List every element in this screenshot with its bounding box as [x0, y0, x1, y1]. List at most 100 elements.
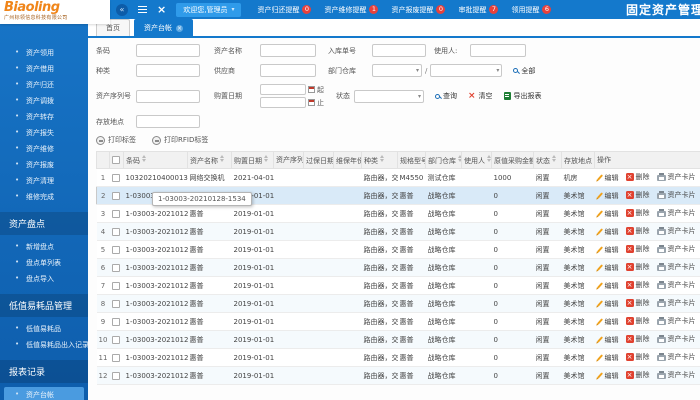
- print-rfid-button[interactable]: 打印RFID标签: [152, 135, 208, 145]
- delete-link[interactable]: 删除: [625, 172, 650, 182]
- asset-name-input[interactable]: [260, 44, 316, 57]
- edit-link[interactable]: 编辑: [596, 317, 619, 327]
- card-link[interactable]: 资产卡片: [656, 334, 696, 344]
- delete-link[interactable]: 删除: [625, 316, 650, 326]
- sidebar-item[interactable]: • 资产清理: [0, 173, 88, 189]
- column-header[interactable]: 维保年份: [333, 151, 362, 169]
- tab-close-icon[interactable]: ×: [176, 24, 183, 32]
- edit-link[interactable]: 编辑: [596, 173, 619, 183]
- calendar-icon[interactable]: [308, 86, 315, 93]
- delete-link[interactable]: 删除: [625, 334, 650, 344]
- delete-link[interactable]: 删除: [625, 244, 650, 254]
- notice-item[interactable]: 资产维修提醒 1: [324, 5, 379, 15]
- sidebar-item[interactable]: • 低值易耗品: [0, 321, 88, 337]
- column-header[interactable]: 种类: [361, 151, 398, 169]
- edit-link[interactable]: 编辑: [596, 245, 619, 255]
- delete-link[interactable]: 删除: [625, 262, 650, 272]
- table-row[interactable]: 121-03003-20210128-1534惠普2019-01-01路由器，交…: [96, 366, 700, 385]
- edit-link[interactable]: 编辑: [596, 227, 619, 237]
- department-select[interactable]: [372, 64, 422, 77]
- sidebar-item[interactable]: • 资产维修: [0, 141, 88, 157]
- row-checkbox[interactable]: [111, 353, 120, 362]
- export-report-button[interactable]: 导出报表: [503, 91, 542, 101]
- row-checkbox[interactable]: [111, 191, 120, 200]
- card-link[interactable]: 资产卡片: [656, 172, 696, 182]
- sidebar-item[interactable]: • 盘点导入: [0, 271, 88, 287]
- card-link[interactable]: 资产卡片: [656, 280, 696, 290]
- row-checkbox[interactable]: [111, 317, 120, 326]
- clear-button[interactable]: × 清空: [468, 91, 493, 101]
- delete-link[interactable]: 删除: [625, 280, 650, 290]
- select-all-checkbox[interactable]: [112, 156, 120, 164]
- delete-link[interactable]: 删除: [625, 370, 650, 380]
- card-link[interactable]: 资产卡片: [656, 262, 696, 272]
- tab-asset-ledger[interactable]: 资产台帐 ×: [134, 19, 193, 36]
- edit-link[interactable]: 编辑: [596, 371, 619, 381]
- sidebar-item[interactable]: • 资产台帐: [4, 387, 84, 400]
- serial-no-input[interactable]: [136, 89, 200, 103]
- print-label-button[interactable]: 打印标签: [96, 135, 136, 145]
- table-row[interactable]: 71-03003-20210128-1534惠普2019-01-01路由器，交换…: [96, 276, 700, 295]
- delete-link[interactable]: 删除: [625, 352, 650, 362]
- category-input[interactable]: [136, 64, 200, 77]
- location-input[interactable]: [136, 115, 200, 128]
- column-header[interactable]: 条码: [123, 151, 188, 169]
- notice-item[interactable]: 资产归还提醒 0: [257, 5, 312, 15]
- sidebar-item[interactable]: • 资产借用: [0, 61, 88, 77]
- edit-link[interactable]: 编辑: [596, 191, 619, 201]
- row-checkbox[interactable]: [111, 173, 120, 182]
- card-link[interactable]: 资产卡片: [656, 316, 696, 326]
- menu-icon[interactable]: [138, 8, 147, 11]
- column-header[interactable]: 部门仓库: [425, 151, 462, 169]
- delete-link[interactable]: 删除: [625, 208, 650, 218]
- inbound-no-input[interactable]: [372, 44, 426, 57]
- delete-link[interactable]: 删除: [625, 298, 650, 308]
- search-button[interactable]: 查询: [435, 91, 457, 101]
- row-checkbox[interactable]: [111, 209, 120, 218]
- edit-link[interactable]: 编辑: [596, 281, 619, 291]
- table-row[interactable]: 51-03003-20210128-1534惠普2019-01-01路由器，交换…: [96, 240, 700, 259]
- user-menu[interactable]: 欢迎您,管理员 ▾: [176, 2, 242, 17]
- notice-item[interactable]: 领用提醒 6: [511, 5, 552, 15]
- row-checkbox[interactable]: [111, 281, 120, 290]
- sidebar-item[interactable]: • 新增盘点: [0, 239, 88, 255]
- column-header[interactable]: 过保日期: [303, 151, 334, 169]
- sidebar-item[interactable]: • 资产归还: [0, 77, 88, 93]
- edit-link[interactable]: 编辑: [596, 263, 619, 273]
- delete-link[interactable]: 删除: [625, 190, 650, 200]
- warehouse-select[interactable]: [430, 64, 503, 77]
- sidebar-item[interactable]: • 资产报废: [0, 157, 88, 173]
- row-checkbox[interactable]: [111, 245, 120, 254]
- card-link[interactable]: 资产卡片: [656, 370, 696, 380]
- card-link[interactable]: 资产卡片: [656, 244, 696, 254]
- table-row[interactable]: 81-03003-20210128-1534惠普2019-01-01路由器，交换…: [96, 294, 700, 313]
- sidebar-item[interactable]: • 资产调拨: [0, 93, 88, 109]
- table-row[interactable]: 1 10320210400013网络交换机2021-04-01 路由器，交换机M45…: [96, 168, 700, 187]
- status-select[interactable]: [354, 89, 424, 103]
- table-row[interactable]: 31-03003-20210128-1534惠普2019-01-01路由器，交换…: [96, 204, 700, 223]
- calendar-icon[interactable]: [308, 99, 315, 106]
- row-checkbox[interactable]: [111, 263, 120, 272]
- column-header[interactable]: 原值采购金额: [491, 151, 534, 169]
- card-link[interactable]: 资产卡片: [656, 298, 696, 308]
- sidebar-item[interactable]: • 低值易耗品出入记录: [0, 337, 88, 353]
- table-row[interactable]: 111-03003-20210128-1534惠普2019-01-01路由器，交…: [96, 348, 700, 367]
- row-checkbox[interactable]: [111, 299, 120, 308]
- user-input[interactable]: [470, 44, 526, 57]
- close-icon[interactable]: ×: [157, 3, 166, 16]
- notice-item[interactable]: 资产报废提醒 0: [391, 5, 446, 15]
- card-link[interactable]: 资产卡片: [656, 190, 696, 200]
- column-header[interactable]: 购置日期: [231, 151, 274, 169]
- sidebar-item[interactable]: • 资产领用: [0, 45, 88, 61]
- column-header[interactable]: 状态: [533, 151, 562, 169]
- table-row[interactable]: 91-03003-20210128-1534惠普2019-01-01路由器，交换…: [96, 312, 700, 331]
- card-link[interactable]: 资产卡片: [656, 352, 696, 362]
- delete-link[interactable]: 删除: [625, 226, 650, 236]
- table-row[interactable]: 61-03003-20210128-1534惠普2019-01-01路由器，交换…: [96, 258, 700, 277]
- date-to-input[interactable]: [260, 97, 306, 108]
- sidebar-item[interactable]: • 资产转存: [0, 109, 88, 125]
- column-header[interactable]: 存放地点: [561, 151, 595, 169]
- table-row[interactable]: 101-03003-20210128-1534惠普2019-01-01路由器，交…: [96, 330, 700, 349]
- edit-link[interactable]: 编辑: [596, 353, 619, 363]
- sidebar-item[interactable]: • 资产报失: [0, 125, 88, 141]
